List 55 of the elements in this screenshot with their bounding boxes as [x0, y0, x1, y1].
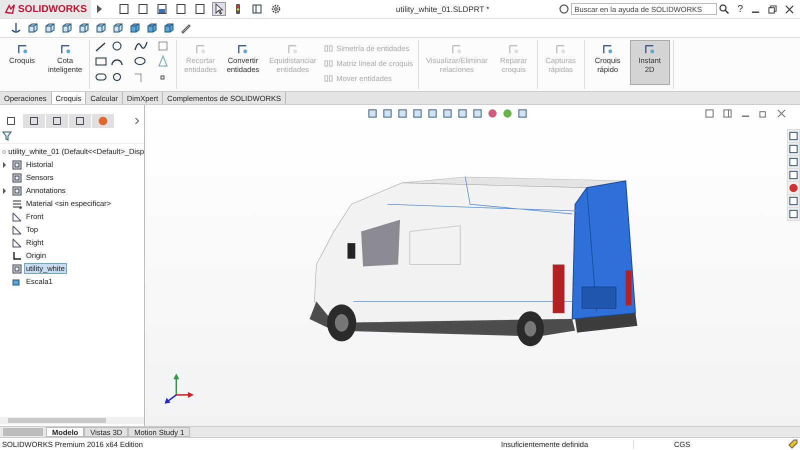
plane-icon [12, 238, 22, 248]
tile-icon[interactable] [705, 109, 714, 118]
cube-icon[interactable] [27, 22, 39, 34]
cube-icon[interactable] [146, 22, 158, 34]
cube-icon[interactable] [129, 22, 141, 34]
settings-icon[interactable] [270, 3, 282, 15]
cube-icon[interactable] [44, 22, 56, 34]
app-logo[interactable]: SOLIDWORKS [0, 0, 91, 18]
tile-icon[interactable] [723, 109, 732, 118]
sketch-corner-icon [643, 43, 656, 56]
tag-icon[interactable] [788, 439, 798, 449]
mirror-icon [324, 58, 334, 68]
mirror-icon [324, 44, 334, 52]
scrollbar[interactable] [0, 417, 144, 424]
sketch-corner-icon [286, 43, 300, 56]
expand-arrow-icon[interactable] [96, 5, 102, 13]
expand-arrow-icon[interactable] [3, 188, 6, 194]
sketch-corner-icon [554, 43, 568, 56]
origin-icon [12, 250, 22, 260]
cube-icon[interactable] [78, 22, 90, 34]
anchor-icon[interactable] [10, 22, 22, 34]
cube-icon[interactable] [457, 108, 468, 119]
save-icon[interactable] [156, 3, 168, 15]
sketch-corner-icon [194, 43, 207, 56]
search-icon[interactable] [719, 4, 730, 14]
cube-icon[interactable] [61, 22, 73, 34]
help-button[interactable]: ? [733, 4, 747, 14]
sphere-icon[interactable] [487, 108, 498, 119]
plane-icon [12, 224, 22, 234]
filter-icon[interactable] [2, 131, 12, 141]
sketch-corner-icon [450, 43, 464, 56]
sketch-corner-icon [236, 43, 250, 56]
expand-arrow-icon[interactable] [3, 162, 6, 168]
help-circle-icon [559, 4, 570, 14]
window-title: utility_white_01.SLDPRT * [396, 4, 490, 14]
sketch-corner-icon [58, 43, 72, 56]
cube-icon[interactable] [442, 108, 453, 119]
cube-icon[interactable] [163, 22, 175, 34]
sketch-corner-icon [16, 43, 28, 56]
axis-triad-icon [164, 373, 194, 404]
sketch-corner-icon [507, 43, 520, 56]
restore-icon[interactable] [768, 4, 777, 14]
restore-icon[interactable] [759, 109, 768, 118]
mirror-icon [324, 74, 334, 82]
cube-icon[interactable] [95, 22, 107, 34]
panel-icon[interactable] [250, 3, 263, 15]
cube-icon[interactable] [112, 22, 124, 34]
close-icon[interactable] [785, 4, 794, 14]
page-icon[interactable] [118, 3, 130, 15]
cursor-icon[interactable] [212, 3, 225, 15]
material-icon [12, 198, 22, 208]
plane-icon [12, 212, 22, 222]
close-icon[interactable] [777, 109, 786, 118]
sketch-corner-icon [601, 43, 614, 56]
chevron-right-icon[interactable] [134, 117, 140, 125]
